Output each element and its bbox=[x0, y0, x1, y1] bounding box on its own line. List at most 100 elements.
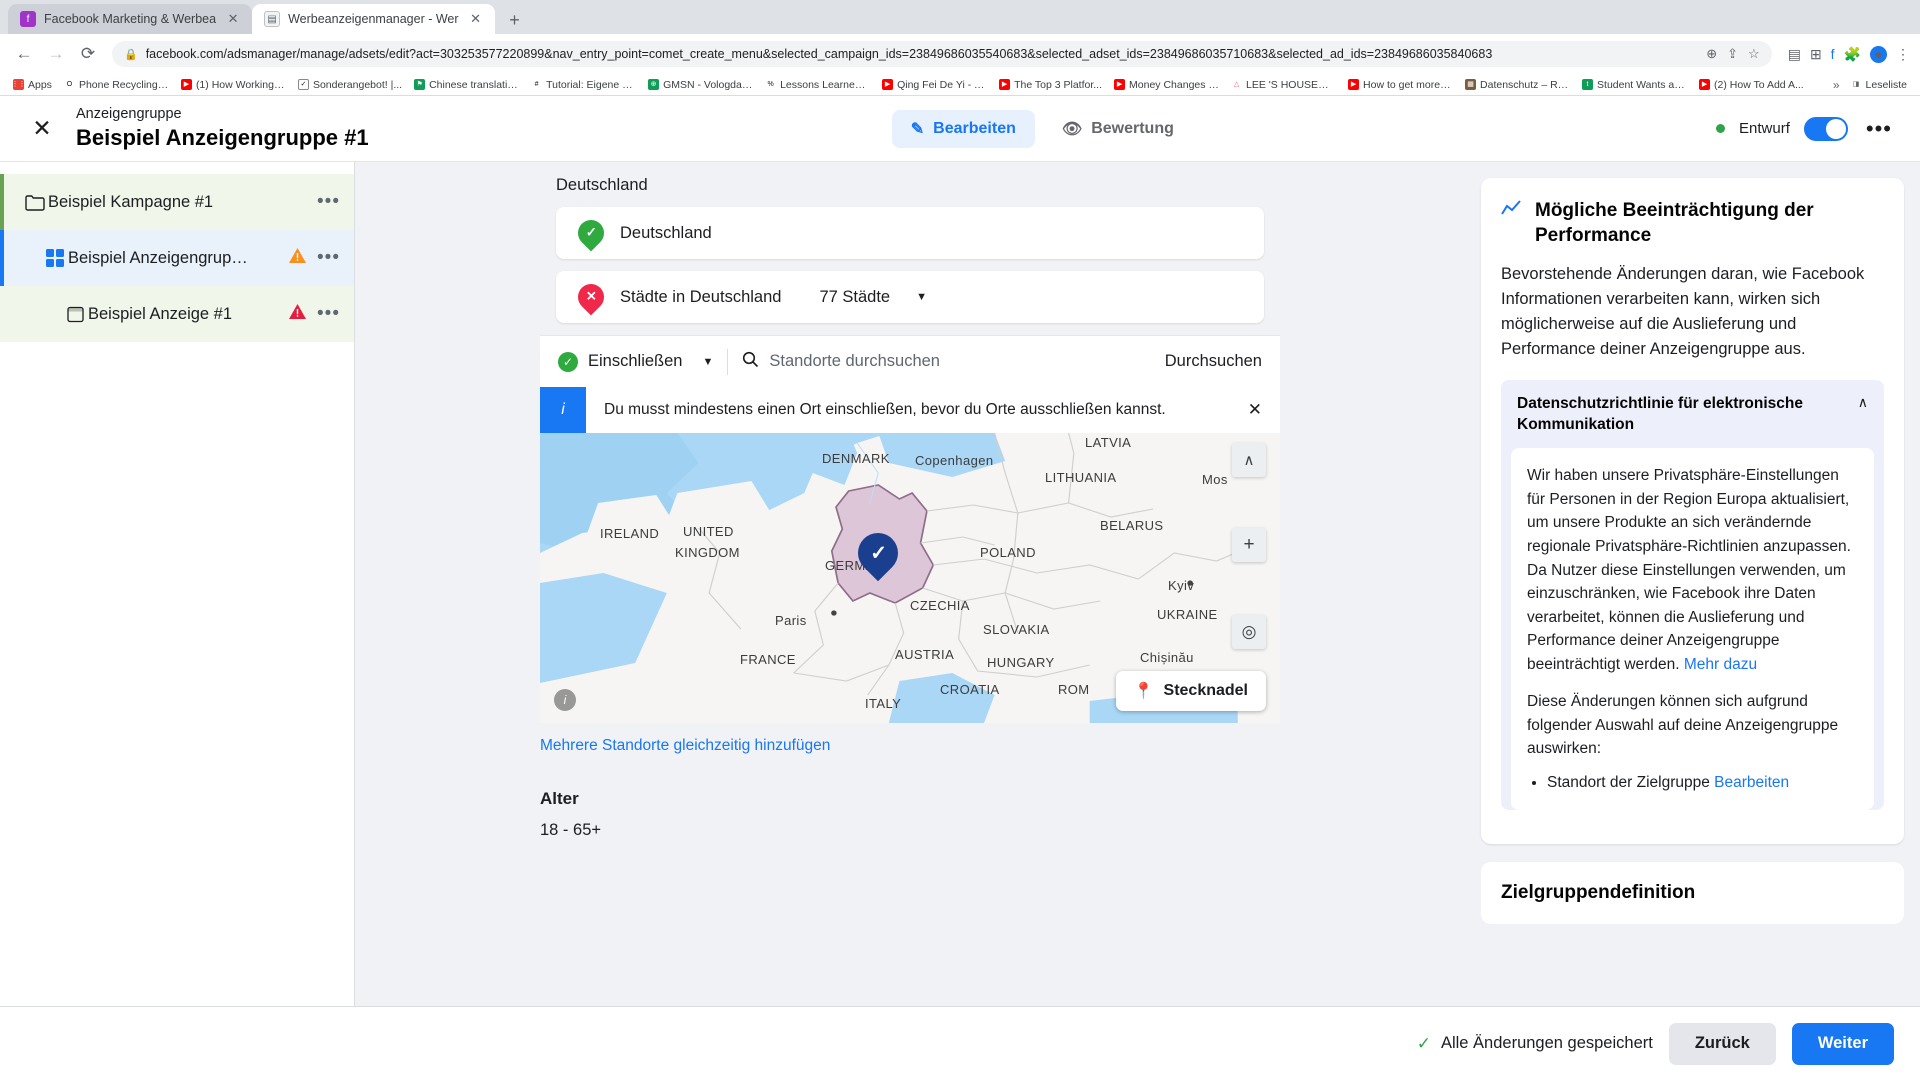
location-search-bar: ✓ Einschließen ▼ Durchsuchen bbox=[540, 335, 1280, 387]
include-mode-label: Einschließen bbox=[588, 352, 683, 370]
sidebar-item-adset[interactable]: Beispiel Anzeigengrup… ••• bbox=[0, 230, 354, 286]
privacy-paragraph-1-text: Wir haben unsere Privatsphäre-Einstellun… bbox=[1527, 467, 1851, 673]
ads-manager-app: ✕ Anzeigengruppe Beispiel Anzeigengruppe… bbox=[0, 96, 1920, 1080]
location-row-include[interactable]: ✓ Deutschland bbox=[556, 207, 1264, 259]
youtube-icon: ▶ bbox=[999, 79, 1011, 90]
bookmark-item[interactable]: ▶ Money Changes E... bbox=[1109, 78, 1224, 92]
pin-button[interactable]: 📍 Stecknadel bbox=[1115, 671, 1266, 711]
edit-location-link[interactable]: Bearbeiten bbox=[1714, 774, 1789, 791]
next-button[interactable]: Weiter bbox=[1791, 1022, 1894, 1065]
airbnb-icon: △ bbox=[1231, 79, 1243, 90]
bookmark-item[interactable]: ▶ Qing Fei De Yi - Y... bbox=[877, 78, 992, 92]
browser-tab-1[interactable]: f Facebook Marketing & Werbea ✕ bbox=[8, 4, 253, 34]
grid-icon bbox=[42, 248, 68, 268]
student-icon: t bbox=[1582, 79, 1594, 90]
location-search-input[interactable] bbox=[769, 352, 1141, 371]
privacy-notice-title: Datenschutzrichtlinie für elektronische … bbox=[1517, 395, 1803, 434]
bookmark-item[interactable]: ⋮⋮ Apps bbox=[8, 78, 57, 92]
performance-card-header: Mögliche Beeinträchtigung der Performanc… bbox=[1501, 198, 1884, 248]
bookmark-label: Tutorial: Eigene Fa... bbox=[546, 78, 637, 91]
bookmark-item[interactable]: O Phone Recycling,... bbox=[59, 78, 174, 92]
multi-location-link[interactable]: Mehrere Standorte gleichzeitig hinzufüge… bbox=[540, 723, 1280, 755]
folder-icon bbox=[22, 194, 48, 211]
puzzle-icon[interactable]: 🧩 bbox=[1844, 46, 1861, 63]
location-count: 77 Städte bbox=[819, 287, 891, 306]
sidebar-item-ad[interactable]: Beispiel Anzeige #1 ••• bbox=[0, 286, 354, 342]
bookmark-item[interactable]: t Student Wants an... bbox=[1577, 78, 1692, 92]
campaign-sidebar: Beispiel Kampagne #1 ••• Beispiel Anzeig… bbox=[0, 162, 355, 1006]
tab-strip: f Facebook Marketing & Werbea ✕ ▤ Werbea… bbox=[0, 0, 1920, 34]
bookmark-item[interactable]: # Tutorial: Eigene Fa... bbox=[526, 78, 641, 92]
tab-bearbeiten[interactable]: ✎ Bearbeiten bbox=[891, 109, 1035, 148]
chevron-up-icon[interactable]: ∧ bbox=[1858, 394, 1868, 411]
bookmark-item[interactable]: ▶ How to get more v... bbox=[1343, 78, 1458, 92]
bookmark-label: Phone Recycling,... bbox=[78, 78, 169, 91]
location-row-exclude[interactable]: ✕ Städte in Deutschland 77 Städte ▼ bbox=[556, 271, 1264, 323]
search-button[interactable]: Durchsuchen bbox=[1151, 352, 1262, 371]
chevron-down-icon[interactable]: ▼ bbox=[916, 291, 927, 303]
dismiss-banner-icon[interactable]: ✕ bbox=[1248, 387, 1280, 433]
close-icon[interactable]: ✕ bbox=[24, 111, 60, 147]
map-info-icon[interactable]: i bbox=[554, 689, 576, 711]
campaign-menu-icon[interactable]: ••• bbox=[317, 191, 340, 213]
tab-bewertung[interactable]: 👁 Bewertung bbox=[1043, 110, 1193, 148]
profile-avatar[interactable]: ● bbox=[1870, 45, 1887, 63]
bookmark-item[interactable]: ▶ The Top 3 Platfor... bbox=[994, 78, 1107, 92]
close-tab-2-icon[interactable]: ✕ bbox=[467, 10, 485, 28]
pin-button-label: Stecknadel bbox=[1163, 682, 1248, 699]
chrome-menu-icon[interactable]: ⋮ bbox=[1896, 46, 1910, 63]
bookmark-item[interactable]: ⊕ GMSN - Vologda,... bbox=[643, 78, 758, 92]
bookmark-label: Money Changes E... bbox=[1129, 78, 1220, 91]
extension-icon[interactable]: ⊞ bbox=[1810, 46, 1822, 63]
more-options-icon[interactable]: ••• bbox=[1862, 116, 1896, 142]
privacy-paragraph-2: Diese Änderungen können sich aufgrund fo… bbox=[1527, 693, 1839, 758]
chevron-down-icon[interactable]: ▼ bbox=[702, 356, 713, 368]
bookmark-label: Lessons Learned f... bbox=[780, 78, 871, 91]
privacy-bullet-list: Standort der Zielgruppe Bearbeiten bbox=[1547, 771, 1858, 795]
bookmark-item[interactable]: ⚑ Chinese translatio... bbox=[409, 78, 524, 92]
learn-more-link[interactable]: Mehr dazu bbox=[1684, 656, 1757, 673]
map-collapse-button[interactable]: ∧ bbox=[1232, 443, 1266, 477]
adset-menu-icon[interactable]: ••• bbox=[317, 247, 340, 269]
bookmarks-overflow-icon[interactable]: » bbox=[1829, 78, 1844, 92]
header-titles: Anzeigengruppe Beispiel Anzeigengruppe #… bbox=[76, 105, 369, 152]
back-icon[interactable]: ← bbox=[10, 40, 38, 68]
adset-edit-panel: Deutschland ✓ Deutschland ✕ Städte in De… bbox=[355, 162, 1465, 1006]
close-tab-1-icon[interactable]: ✕ bbox=[224, 10, 242, 28]
bookmark-label: (2) How To Add A... bbox=[1714, 78, 1804, 91]
share-icon[interactable]: ⇪ bbox=[1727, 46, 1738, 62]
privacy-notice-header[interactable]: Datenschutzrichtlinie für elektronische … bbox=[1501, 380, 1884, 448]
bookmark-item[interactable]: ✓ Sonderangebot! |... bbox=[293, 78, 407, 92]
reload-icon[interactable]: ⟳ bbox=[74, 40, 102, 68]
media-icon[interactable]: ▤ bbox=[1788, 46, 1801, 63]
bookmark-star-icon[interactable]: ☆ bbox=[1748, 46, 1760, 62]
sidebar-item-campaign[interactable]: Beispiel Kampagne #1 ••• bbox=[0, 174, 354, 230]
status-toggle[interactable] bbox=[1803, 116, 1848, 141]
location-map[interactable]: DENMARK Copenhagen LATVIA LITHUANIA IREL… bbox=[540, 433, 1280, 723]
include-pin-icon: ✓ bbox=[572, 214, 610, 252]
bookmark-label: Apps bbox=[28, 78, 52, 91]
forward-icon[interactable]: → bbox=[42, 40, 70, 68]
sidebar-item-adset-label: Beispiel Anzeigengrup… bbox=[68, 248, 248, 267]
map-locate-button[interactable]: ◎ bbox=[1232, 615, 1266, 649]
browser-chrome: f Facebook Marketing & Werbea ✕ ▤ Werbea… bbox=[0, 0, 1920, 96]
reading-list-button[interactable]: ◨ Leseliste bbox=[1846, 78, 1912, 92]
tab-bewertung-label: Bewertung bbox=[1091, 119, 1174, 137]
address-bar[interactable]: 🔒 facebook.com/adsmanager/manage/adsets/… bbox=[112, 41, 1772, 67]
new-tab-button[interactable]: + bbox=[501, 6, 529, 34]
facebook-extension-icon[interactable]: f bbox=[1831, 46, 1835, 62]
back-button[interactable]: Zurück bbox=[1668, 1022, 1776, 1065]
include-mode-selector[interactable]: ✓ Einschließen ▼ bbox=[558, 351, 713, 372]
zoom-icon[interactable]: ⊕ bbox=[1706, 46, 1717, 62]
search-icon bbox=[742, 351, 759, 373]
bookmark-item[interactable]: ▦ Datenschutz – Re... bbox=[1460, 78, 1575, 92]
bookmark-item[interactable]: ▶ (1) How Working a... bbox=[176, 78, 291, 92]
browser-tab-2[interactable]: ▤ Werbeanzeigenmanager - Wer ✕ bbox=[252, 4, 495, 34]
bookmark-item[interactable]: % Lessons Learned f... bbox=[760, 78, 875, 92]
bookmark-item[interactable]: △ LEE 'S HOUSE—... bbox=[1226, 78, 1341, 92]
bookmark-item[interactable]: ▶ (2) How To Add A... bbox=[1694, 78, 1809, 92]
map-zoom-in-button[interactable]: + bbox=[1232, 528, 1266, 562]
bookmark-label: GMSN - Vologda,... bbox=[663, 78, 754, 91]
bookmark-label: (1) How Working a... bbox=[195, 78, 286, 91]
ad-menu-icon[interactable]: ••• bbox=[317, 303, 340, 325]
